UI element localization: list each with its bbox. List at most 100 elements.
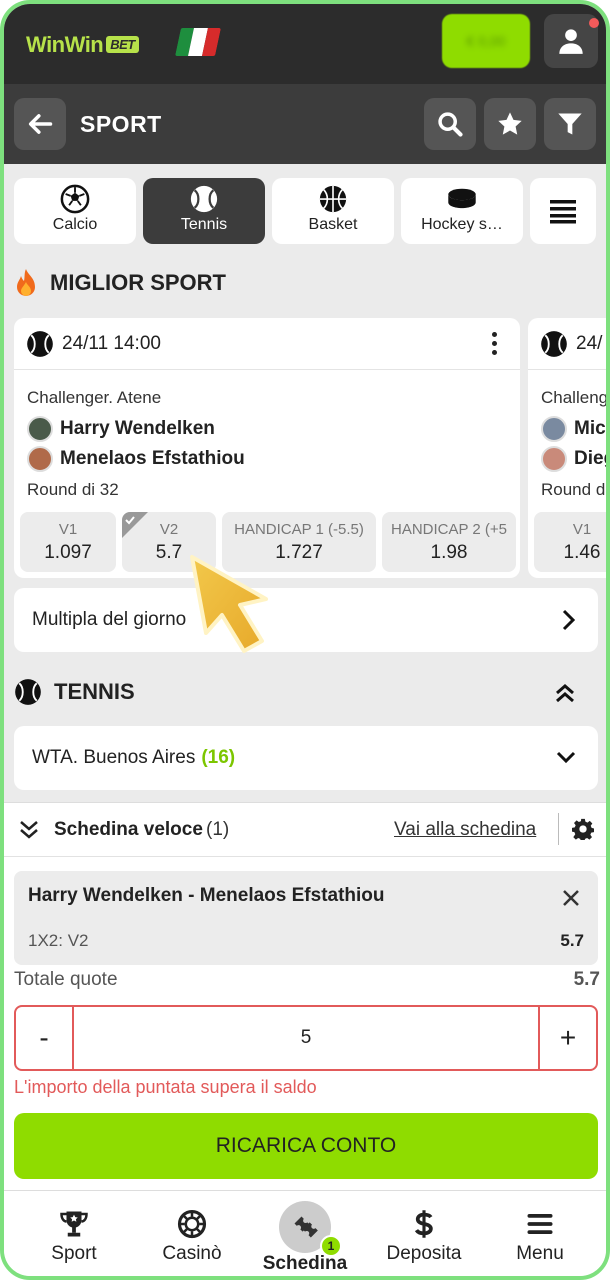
italy-flag-icon[interactable] xyxy=(175,28,221,56)
player-name: Dieg xyxy=(574,448,606,469)
avatar xyxy=(27,446,53,472)
selection-market: 1X2: V2 xyxy=(28,931,89,950)
chevrons-up-icon[interactable] xyxy=(554,682,576,704)
odd-name: V1 xyxy=(58,521,78,538)
tab-label: Basket xyxy=(308,216,358,233)
hockey-puck-icon xyxy=(448,188,476,209)
player-home: Mic xyxy=(541,416,606,442)
stake-error-message: L'importo della puntata supera il saldo xyxy=(14,1077,317,1097)
casino-chip-icon xyxy=(177,1209,207,1239)
odd-button-handicap-2[interactable]: HANDICAP 2 (+5 1.98 xyxy=(382,512,516,572)
avatar xyxy=(541,446,567,472)
balance-button[interactable]: € 0,00 xyxy=(442,14,530,68)
all-sports-menu-button[interactable] xyxy=(530,178,596,244)
balance-value: € 0,00 xyxy=(466,33,506,49)
bottom-nav: Sport Casinò Schedina 1 Deposita Menu xyxy=(4,1190,606,1276)
nav-label: Sport xyxy=(51,1243,97,1264)
selection-odd: 5.7 xyxy=(560,931,584,950)
more-options-icon[interactable] xyxy=(492,332,498,359)
total-odds-label: Totale quote xyxy=(14,969,118,990)
tennis-section-header[interactable]: TENNIS xyxy=(14,678,135,706)
favorites-button[interactable] xyxy=(484,98,536,150)
stake-stepper: - 5 + xyxy=(14,1005,598,1071)
selection-title: Harry Wendelken - Menelaos Efstathiou xyxy=(28,885,385,906)
odd-value: 1.98 xyxy=(430,542,468,563)
tab-label: Hockey s… xyxy=(421,216,503,233)
avatar xyxy=(27,416,53,442)
bet-slip-count: (1) xyxy=(206,819,230,840)
go-to-slip-link[interactable]: Vai alla schedina xyxy=(394,819,536,841)
tab-basket[interactable]: Basket xyxy=(272,178,394,244)
arrow-left-icon xyxy=(28,114,53,134)
soccer-ball-icon xyxy=(60,184,90,214)
app-frame: WinWin BET € 0,00 SPORT Calcio Tennis Ba… xyxy=(0,0,610,1280)
section-bar: SPORT xyxy=(4,84,606,164)
dollar-icon xyxy=(414,1210,433,1238)
odd-name: V1 xyxy=(572,521,592,538)
close-icon[interactable] xyxy=(562,889,580,907)
odd-name: HANDICAP 2 (+5 xyxy=(390,521,507,538)
quick-bet-slip: Schedina veloce (1) Vai alla schedina Ha… xyxy=(4,802,606,1190)
search-icon xyxy=(438,112,463,137)
search-button[interactable] xyxy=(424,98,476,150)
divider xyxy=(558,813,559,845)
user-icon xyxy=(559,29,583,54)
player-away: Menelaos Efstathiou xyxy=(27,446,245,472)
event-datetime: 24/11 14:00 xyxy=(62,332,161,354)
event-round: Round d xyxy=(541,480,606,499)
logo-bet-badge: BET xyxy=(106,36,139,53)
section-title: MIGLIOR SPORT xyxy=(50,270,226,295)
nav-casino[interactable]: Casinò xyxy=(132,1191,252,1276)
event-league: Challenger. Atene xyxy=(27,388,162,407)
fire-icon xyxy=(17,269,35,296)
chevrons-down-icon[interactable] xyxy=(18,819,40,841)
odd-button-v1[interactable]: V1 1.46 xyxy=(534,512,606,572)
league-name: WTA. Buenos Aires xyxy=(32,747,196,768)
event-datetime: 24/ xyxy=(576,332,603,354)
gear-icon[interactable] xyxy=(572,818,594,840)
nav-label: Deposita xyxy=(386,1243,462,1264)
chevron-down-icon xyxy=(556,751,576,764)
odd-name: HANDICAP 1 (-5.5) xyxy=(234,521,364,538)
nav-menu[interactable]: Menu xyxy=(480,1191,600,1276)
nav-sport[interactable]: Sport xyxy=(14,1191,134,1276)
tab-calcio[interactable]: Calcio xyxy=(14,178,136,244)
decrease-stake-button[interactable]: - xyxy=(16,1007,72,1069)
tutorial-pointer-arrow-icon xyxy=(190,555,268,653)
event-card[interactable]: 24/ Challeng Mic Dieg Round d V1 1.46 xyxy=(528,318,606,578)
stake-input[interactable]: 5 xyxy=(72,1007,540,1069)
trophy-icon xyxy=(60,1211,88,1237)
event-header: 24/11 14:00 xyxy=(14,318,520,370)
logo[interactable]: WinWin BET xyxy=(26,32,139,58)
daily-multiple-label: Multipla del giorno xyxy=(32,609,187,630)
logo-text: WinWin xyxy=(26,32,104,57)
star-icon xyxy=(498,112,522,135)
recharge-account-button[interactable]: RICARICA CONTO xyxy=(14,1113,598,1179)
basketball-icon xyxy=(319,185,347,213)
event-card[interactable]: 24/11 14:00 Challenger. Atene Harry Wend… xyxy=(14,318,520,578)
player-name: Menelaos Efstathiou xyxy=(60,448,245,469)
event-header: 24/ xyxy=(528,318,606,370)
tab-hockey[interactable]: Hockey s… xyxy=(401,178,523,244)
list-menu-icon xyxy=(550,200,576,224)
tennis-ball-icon xyxy=(190,185,218,213)
bet-slip-header: Schedina veloce (1) Vai alla schedina xyxy=(4,803,606,857)
avatar xyxy=(541,416,567,442)
league-row[interactable]: WTA. Buenos Aires (16) xyxy=(14,726,598,790)
tennis-ball-icon xyxy=(15,679,41,705)
bet-selection-card: Harry Wendelken - Menelaos Efstathiou 1X… xyxy=(14,871,598,965)
nav-label: Schedina xyxy=(262,1253,348,1274)
filter-button[interactable] xyxy=(544,98,596,150)
check-icon xyxy=(122,512,148,538)
increase-stake-button[interactable]: + xyxy=(540,1007,596,1069)
ticket-icon xyxy=(294,1216,318,1238)
tab-tennis[interactable]: Tennis xyxy=(143,178,265,244)
nav-deposita[interactable]: Deposita xyxy=(364,1191,484,1276)
daily-multiple-row[interactable]: Multipla del giorno xyxy=(14,588,598,652)
filter-icon xyxy=(558,113,582,135)
page-title: SPORT xyxy=(80,111,162,137)
top-sport-header: MIGLIOR SPORT xyxy=(14,268,226,298)
odd-button-v1[interactable]: V1 1.097 xyxy=(20,512,116,572)
back-button[interactable] xyxy=(14,98,66,150)
event-round: Round di 32 xyxy=(27,480,119,499)
